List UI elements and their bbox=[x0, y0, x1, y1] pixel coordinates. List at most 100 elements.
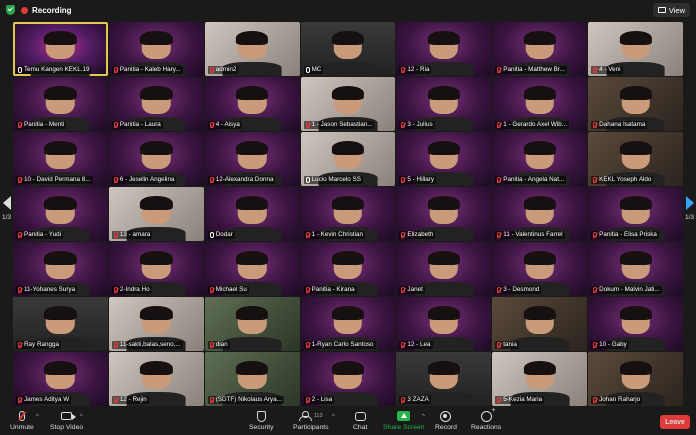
chat-button[interactable]: Chat bbox=[353, 410, 367, 431]
mic-muted-icon bbox=[593, 287, 598, 293]
participant-tile[interactable]: Panitia - Kaleb Hary... bbox=[108, 22, 204, 76]
participant-tile[interactable]: Michael Su bbox=[204, 242, 300, 296]
mic-icon bbox=[209, 232, 214, 238]
participant-tile[interactable]: 3 - Desmond bbox=[492, 242, 588, 296]
participant-name-tag: Panitia - Kirana bbox=[303, 286, 357, 294]
participant-name-tag: admin2 bbox=[207, 66, 239, 74]
participant-tile[interactable]: Panitia - Laura bbox=[108, 77, 204, 131]
mic-muted-icon bbox=[497, 67, 502, 73]
participant-tile[interactable]: Panitia - Angela Nat... bbox=[492, 132, 588, 186]
participant-tile[interactable]: 2-Indra Ho bbox=[108, 242, 204, 296]
participant-tile[interactable]: James Aditya W bbox=[13, 352, 108, 406]
participant-tile[interactable]: 12 - Rejin bbox=[108, 352, 204, 406]
participants-icon bbox=[298, 411, 312, 421]
participant-video bbox=[523, 86, 556, 101]
participant-tile[interactable]: 6 - Jeselin Angelina bbox=[108, 132, 204, 186]
participant-tile[interactable]: 12 - Ria bbox=[396, 22, 492, 76]
participant-video bbox=[427, 86, 460, 101]
participant-name: Panitia - Angela Nat... bbox=[503, 176, 565, 183]
participant-tile[interactable]: 1 - Kevin Christian bbox=[300, 187, 396, 241]
record-button[interactable]: Record bbox=[435, 410, 457, 431]
participant-tile[interactable]: 4 - Aisya bbox=[204, 77, 300, 131]
mic-muted-icon bbox=[209, 397, 214, 403]
participant-tile[interactable]: MC bbox=[300, 22, 396, 76]
video-camera-icon bbox=[61, 412, 77, 420]
participant-video bbox=[140, 306, 173, 321]
participant-tile[interactable]: Temu Kangen KEKL.19 bbox=[13, 22, 108, 76]
participant-tile[interactable]: dian bbox=[204, 297, 300, 351]
next-page-button[interactable]: 1/3 bbox=[683, 196, 696, 221]
participant-video bbox=[510, 336, 570, 351]
participant-tile[interactable]: 12-Alexandra Donna bbox=[204, 132, 300, 186]
participant-tile[interactable]: 12 - Lea bbox=[396, 297, 492, 351]
mic-muted-icon bbox=[497, 177, 502, 183]
participant-video bbox=[619, 306, 652, 321]
participant-tile[interactable]: Elizabeth bbox=[396, 187, 492, 241]
participant-name-tag: Temu Kangen KEKL.19 bbox=[16, 66, 92, 74]
participant-tile[interactable]: (SDTF) Nikolaus Arya... bbox=[204, 352, 300, 406]
participants-button[interactable]: 112 Participants bbox=[293, 410, 329, 431]
participant-tile[interactable]: Dokum - Malvin Jati... bbox=[588, 242, 683, 296]
view-button[interactable]: View bbox=[652, 3, 690, 17]
reactions-label: Reactions bbox=[471, 424, 502, 431]
mic-muted-icon bbox=[305, 122, 310, 128]
participant-tile[interactable]: Panitia - Elisa Priska bbox=[588, 187, 683, 241]
participant-tile[interactable]: 3 - Julius bbox=[396, 77, 492, 131]
participant-name: 10 - Gaby bbox=[599, 341, 627, 348]
participant-tile[interactable]: 11-sakti,balas,seno,... bbox=[108, 297, 204, 351]
participant-tile[interactable]: 1 - Jason Sebastian... bbox=[300, 77, 396, 131]
participant-video bbox=[236, 86, 269, 101]
participant-tile[interactable]: 5-Kezia Maria bbox=[492, 352, 588, 406]
participant-name-tag: Panitia - Elisa Priska bbox=[591, 231, 659, 239]
leave-button[interactable]: Leave bbox=[660, 415, 690, 429]
participant-tile[interactable]: Dahana Isatama bbox=[588, 77, 683, 131]
participant-tile[interactable]: 2 - Lisa bbox=[300, 352, 396, 406]
unmute-button[interactable]: Unmute bbox=[10, 410, 34, 431]
participant-tile[interactable]: Panitia - Kirana bbox=[300, 242, 396, 296]
participant-tile[interactable]: admin2 bbox=[204, 22, 300, 76]
share-screen-button[interactable]: Share Screen bbox=[383, 410, 425, 431]
participant-tile[interactable]: Panitia - Yudi bbox=[13, 187, 108, 241]
video-options-caret-icon[interactable]: ^ bbox=[80, 414, 83, 420]
stop-video-button[interactable]: Stop Video bbox=[50, 410, 83, 431]
security-shield-icon[interactable] bbox=[6, 5, 15, 15]
participant-tile[interactable]: Panitia - Matthew Br... bbox=[492, 22, 588, 76]
audio-options-caret-icon[interactable]: ^ bbox=[36, 414, 39, 420]
participant-tile[interactable]: 1-Ryan Carlo Santoso bbox=[300, 297, 396, 351]
participant-name: Panitia - Yudi bbox=[24, 231, 61, 238]
participant-tile[interactable]: 11 - Valentinus Farrel bbox=[492, 187, 588, 241]
participant-name-tag: Panitia - Matthew Br... bbox=[495, 66, 567, 74]
mic-muted-icon bbox=[113, 232, 118, 238]
security-button[interactable]: Security bbox=[249, 410, 274, 431]
participant-name: Johan Raharjo bbox=[599, 396, 641, 403]
participant-name-tag: Panitia - Laura bbox=[111, 121, 163, 129]
participant-video bbox=[523, 361, 556, 376]
participant-tile[interactable]: Panitia - Menti bbox=[13, 77, 108, 131]
participant-tile[interactable]: Janet bbox=[396, 242, 492, 296]
mic-muted-icon bbox=[18, 287, 22, 293]
share-options-caret-icon[interactable]: ^ bbox=[422, 414, 425, 420]
participant-tile[interactable]: 13 - amara bbox=[108, 187, 204, 241]
mic-muted-icon bbox=[401, 342, 406, 348]
participant-name: 2-Indra Ho bbox=[119, 286, 150, 293]
participant-tile[interactable]: 11-Yohanes Surya bbox=[13, 242, 108, 296]
participant-tile[interactable]: Lucio Marcelo SS bbox=[300, 132, 396, 186]
participant-name: Michael Su bbox=[215, 286, 247, 293]
participant-name-tag: 1-Ryan Carlo Santoso bbox=[303, 341, 376, 349]
participant-tile[interactable]: tania bbox=[492, 297, 588, 351]
participant-tile[interactable]: Johan Raharjo bbox=[588, 352, 683, 406]
participant-tile[interactable]: 1 - Gerardo Axel Wib... bbox=[492, 77, 588, 131]
participant-tile[interactable]: Ray Rangga bbox=[13, 297, 108, 351]
participant-tile[interactable]: 4 - Veni bbox=[588, 22, 683, 76]
participant-video bbox=[44, 196, 77, 211]
previous-page-button[interactable]: 1/3 bbox=[0, 196, 13, 221]
participant-tile[interactable]: 10 - Gaby bbox=[588, 297, 683, 351]
participant-tile[interactable]: 10 - David Permana 8... bbox=[13, 132, 108, 186]
participant-tile[interactable]: 5 - Hillary bbox=[396, 132, 492, 186]
participant-tile[interactable]: 3 ZAZA bbox=[396, 352, 492, 406]
participant-tile[interactable]: Dodar bbox=[204, 187, 300, 241]
mic-icon bbox=[305, 177, 310, 183]
reactions-button[interactable]: Reactions bbox=[471, 407, 502, 432]
participant-tile[interactable]: KEKL Yoseph Aldo bbox=[588, 132, 683, 186]
participants-caret-icon[interactable]: ^ bbox=[332, 414, 335, 420]
